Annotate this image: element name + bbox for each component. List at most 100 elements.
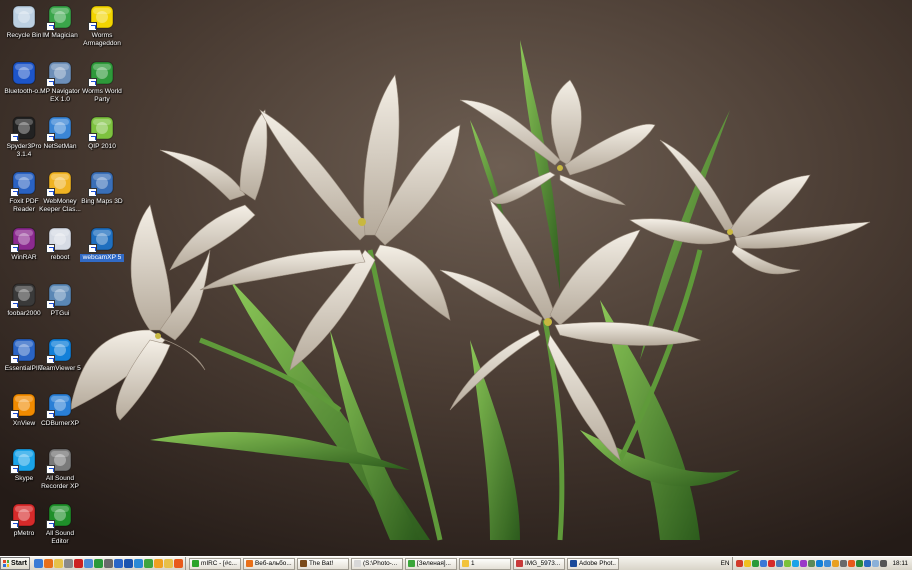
shortcut-arrow-icon — [46, 78, 55, 87]
shortcut-arrow-icon — [88, 133, 97, 142]
webcam-icon — [88, 226, 115, 253]
desktop-icon-label: NetSetMan — [43, 143, 77, 150]
tray-leaf-icon[interactable] — [784, 560, 792, 567]
task-app-icon — [300, 560, 307, 567]
start-button[interactable]: Start — [0, 557, 30, 570]
taskbar-button[interactable]: mIRC - [#c... — [189, 557, 241, 570]
desktop-icon-label: WebMoney Keeper Clas... — [39, 198, 81, 213]
search-icon[interactable] — [64, 559, 73, 568]
desktop-icon-teamviewer[interactable]: TeamViewer 5 — [38, 337, 82, 373]
webmoney-icon — [46, 170, 73, 197]
taskbar-button[interactable]: The Bat! — [297, 557, 349, 570]
word-icon[interactable] — [124, 559, 133, 568]
taskbar-button[interactable]: 1 — [459, 557, 511, 570]
desktop-icon-label: MP Navigator EX 1.0 — [40, 88, 80, 103]
globe-icon — [88, 60, 115, 87]
tray-shield-icon[interactable] — [760, 560, 768, 567]
language-indicator[interactable]: EN — [718, 560, 733, 567]
link-icon[interactable] — [84, 559, 93, 568]
explorer-icon[interactable] — [54, 559, 63, 568]
task-app-icon — [408, 560, 415, 567]
tray-cloud-icon[interactable] — [872, 560, 880, 567]
shortcut-arrow-icon — [46, 22, 55, 31]
network-icon[interactable] — [144, 559, 153, 568]
taskbar-button[interactable]: Adobe Phot... — [567, 557, 619, 570]
folder-icon[interactable] — [164, 559, 173, 568]
desktop-icon-label: IM Magician — [42, 32, 78, 39]
shortcut-arrow-icon — [46, 465, 55, 474]
desktop-icon-mp-navigator[interactable]: MP Navigator EX 1.0 — [38, 60, 82, 104]
desktop-icon-all-sound-recorder[interactable]: All Sound Recorder XP — [38, 447, 82, 491]
tray-webcam-icon[interactable] — [864, 560, 872, 567]
settings-icon — [46, 226, 73, 253]
desktop-icon-cdburnerxp[interactable]: CDBurnerXP — [38, 392, 82, 428]
tray-fire-icon[interactable] — [848, 560, 856, 567]
task-app-icon — [354, 560, 361, 567]
desktop-icon-worms-armageddon[interactable]: Worms Armageddon — [80, 4, 124, 48]
tray-green-icon[interactable] — [752, 560, 760, 567]
tray-monitor-icon[interactable] — [776, 560, 784, 567]
taskbar-button[interactable]: (S:\Photo-... — [351, 557, 403, 570]
tray-star-icon[interactable] — [832, 560, 840, 567]
globe-icon[interactable] — [134, 559, 143, 568]
desktop-icon-webcamxp[interactable]: webcamXP 5 — [80, 226, 124, 262]
task-app-icon — [516, 560, 523, 567]
desktop-icon-ptgui[interactable]: PTGui — [38, 282, 82, 318]
taskbar-button-label: Веб-альбо... — [255, 560, 292, 567]
taskbar-button-label: Adobe Phot... — [579, 560, 616, 567]
windows-logo-icon — [3, 560, 10, 567]
desktop-icon-label: Bing Maps 3D — [81, 198, 123, 205]
tray-shield-green-icon[interactable] — [856, 560, 864, 567]
tray-network-icon[interactable] — [808, 560, 816, 567]
desktop-icon-webmoney[interactable]: WebMoney Keeper Clas... — [38, 170, 82, 214]
taskbar-button[interactable]: [Зеленая]... — [405, 557, 457, 570]
tray-red-icon[interactable] — [768, 560, 776, 567]
shortcut-arrow-icon — [10, 188, 19, 197]
tray-skype-icon[interactable] — [792, 560, 800, 567]
desktop-icon-label: CDBurnerXP — [40, 420, 80, 427]
opera-icon[interactable] — [74, 559, 83, 568]
desktop-icon-bing-maps[interactable]: Bing Maps 3D — [80, 170, 124, 206]
ie-icon[interactable] — [114, 559, 123, 568]
desktop-icon-netsetman[interactable]: NetSetMan — [38, 115, 82, 151]
desktop-icon-reboot[interactable]: reboot — [38, 226, 82, 262]
mail-icon[interactable] — [94, 559, 103, 568]
desktop-icon-all-sound-editor[interactable]: All Sound Editor — [38, 502, 82, 546]
tray-z-icon[interactable] — [744, 560, 752, 567]
tray-b-icon[interactable] — [736, 560, 744, 567]
tray-speaker-icon[interactable] — [880, 560, 888, 567]
taskbar-button[interactable]: IMG_5973... — [513, 557, 565, 570]
taskbar-button-label: The Bat! — [309, 560, 334, 567]
desktop-icon-label: PTGui — [50, 310, 70, 317]
shortcut-arrow-icon — [10, 410, 19, 419]
taskbar-button-label: 1 — [471, 560, 475, 567]
tray-teamviewer-icon[interactable] — [816, 560, 824, 567]
shortcut-arrow-icon — [88, 244, 97, 253]
show-desktop-icon[interactable] — [34, 559, 43, 568]
desktop-icon-im-magician[interactable]: IM Magician — [38, 4, 82, 40]
shortcut-arrow-icon — [10, 244, 19, 253]
taskbar-button-label: (S:\Photo-... — [363, 560, 398, 567]
desktop-icon-qip-2010[interactable]: QIP 2010 — [80, 115, 124, 151]
waveform-icon — [46, 502, 73, 529]
desktop-icon-worms-world-party[interactable]: Worms World Party — [80, 60, 124, 104]
taskbar-button[interactable]: Веб-альбо... — [243, 557, 295, 570]
clock[interactable]: 18:11 — [890, 560, 912, 567]
calc-icon[interactable] — [104, 559, 113, 568]
shortcut-arrow-icon — [46, 410, 55, 419]
paint-icon[interactable] — [154, 559, 163, 568]
scanner-icon — [46, 60, 73, 87]
start-label: Start — [11, 560, 27, 567]
task-app-icon — [246, 560, 253, 567]
desktop-icon-label: reboot — [50, 254, 70, 261]
alien-icon — [10, 282, 37, 309]
tray-volume-icon[interactable] — [840, 560, 848, 567]
task-app-icon — [462, 560, 469, 567]
orange-app-icon[interactable] — [174, 559, 183, 568]
tray-globe-icon[interactable] — [824, 560, 832, 567]
tray-music-icon[interactable] — [800, 560, 808, 567]
desktop-icon-label: All Sound Editor — [45, 530, 75, 545]
firefox-icon[interactable] — [44, 559, 53, 568]
shortcut-arrow-icon — [88, 188, 97, 197]
archive-icon — [10, 226, 37, 253]
